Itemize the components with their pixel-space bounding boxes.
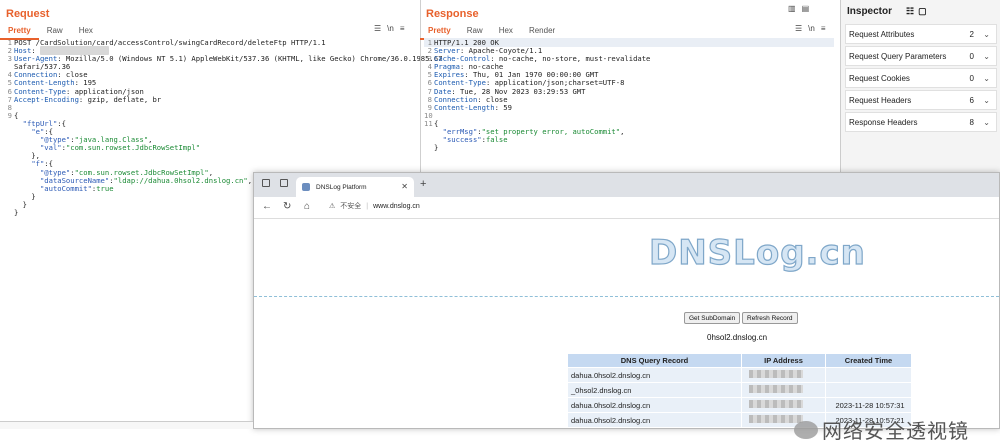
dns-query-cell: dahua.0hsol2.dnslog.cn [567,367,742,383]
code-line: 7 Accept-Encoding: gzip, deflate, br [7,94,162,104]
refresh-record-button[interactable]: Refresh Record [742,312,798,324]
inspector-row-count: 0 [969,51,974,61]
code-line: } [434,143,439,153]
table-row: dahua.0hsol2.dnslog.cn [567,367,912,383]
tab-actions-icon[interactable] [280,179,288,187]
address-bar[interactable]: ⚠ 不安全 | www.dnslog.cn [329,201,420,211]
created-time-cell [825,382,912,398]
wrap-icon[interactable]: ☰ [374,24,381,33]
menu-icon[interactable]: ≡ [400,24,405,33]
workspaces-icon[interactable] [262,179,270,187]
inspector-row-label: Request Cookies [849,73,910,83]
inspector-row-label: Request Attributes [849,29,915,39]
layout-stack-icon[interactable]: ▤ [802,4,810,13]
page-content: DNSLog.cn Get SubDomain Refresh Record 0… [254,219,999,443]
code-line: "ftpUrl":{ [22,118,66,128]
ip-cell [741,397,826,413]
request-title: Request [6,8,50,20]
inspector-row-label: Request Query Parameters [849,51,947,61]
divider [254,296,999,297]
redacted-ip [749,400,803,408]
menu-icon[interactable]: ≡ [821,24,826,33]
code-line: "val":"com.sun.rowset.JdbcRowSetImpl" [39,143,201,153]
code-line: }, [14,151,40,161]
code-line: 10 [424,110,433,120]
inspector-row[interactable]: Response Headers 8 ⌄ [845,112,997,132]
inspector-row-count: 0 [969,73,974,83]
redacted-ip [749,370,803,378]
reload-icon[interactable]: ↻ [283,201,291,212]
inspector-title: Inspector [847,5,893,17]
favicon-icon [302,183,310,191]
home-icon[interactable]: ⌂ [304,201,310,212]
response-title: Response [426,8,479,20]
url-text: www.dnslog.cn [373,202,420,210]
inspector-row-count: 2 [969,29,974,39]
chevron-down-icon[interactable]: ⌄ [983,118,990,127]
browser-tab[interactable]: DNSLog Platform ✕ [296,177,414,197]
inspector-row[interactable]: Request Attributes 2 ⌄ [845,24,997,44]
ip-cell [741,382,826,398]
browser-window: DNSLog Platform ✕ + ← ↻ ⌂ ⚠ 不安全 | www.dn… [253,172,1000,443]
wrap-icon[interactable]: ☰ [795,24,802,33]
response-toolbar: ☰ \n ≡ [795,24,826,33]
browser-navbar: ← ↻ ⌂ ⚠ 不安全 | www.dnslog.cn [254,197,999,219]
code-line: 8 [7,102,12,112]
get-subdomain-button[interactable]: Get SubDomain [684,312,741,324]
created-time-cell: 2023-11-28 10:57:31 [825,397,912,413]
column-header: IP Address [741,353,826,368]
close-icon[interactable]: ✕ [401,182,408,191]
new-tab-button[interactable]: + [420,178,426,190]
redacted-ip [749,385,803,393]
inspector-row-label: Request Headers [849,95,912,105]
dns-query-cell: dahua.0hsol2.dnslog.cn [567,412,742,428]
browser-tab-title: DNSLog Platform [316,183,367,191]
wechat-icon [794,420,818,439]
watermark: 网络安全透视镜 [794,415,969,444]
chevron-down-icon[interactable]: ⌄ [983,30,990,39]
inspector-row-label: Response Headers [849,117,918,127]
chevron-down-icon[interactable]: ⌄ [983,74,990,83]
back-icon[interactable]: ← [262,201,272,212]
inspector-row[interactable]: Request Query Parameters 0 ⌄ [845,46,997,66]
search-bar-strip [0,421,253,429]
browser-tabbar: DNSLog Platform ✕ + [254,173,999,197]
newline-icon[interactable]: \n [808,24,815,33]
code-line: 9 Content-Length: 59 [427,102,512,112]
request-toolbar: ☰ \n ≡ [374,24,405,33]
layout-toggle: ▥ ▤ [788,4,809,13]
created-time-cell [825,367,912,383]
ip-cell [741,367,826,383]
subdomain-text: 0hsol2.dnslog.cn [707,333,768,342]
newline-icon[interactable]: \n [387,24,394,33]
inspector-row[interactable]: Request Cookies 0 ⌄ [845,68,997,88]
dns-query-cell: _0hsol2.dnslog.cn [567,382,742,398]
chevron-down-icon[interactable]: ⌄ [983,52,990,61]
inspector-row-count: 6 [969,95,974,105]
inspector-row-count: 8 [969,117,974,127]
dns-query-cell: dahua.0hsol2.dnslog.cn [567,397,742,413]
watermark-text: 网络安全透视镜 [822,421,969,443]
detail-view-icon[interactable]: ▢ [918,6,927,17]
table-row: dahua.0hsol2.dnslog.cn 2023-11-28 10:57:3… [567,397,912,413]
inspector-row[interactable]: Request Headers 6 ⌄ [845,90,997,110]
table-row: _0hsol2.dnslog.cn [567,382,912,398]
layout-split-icon[interactable]: ▥ [788,4,796,13]
column-header: Created Time [825,353,912,368]
warning-icon: ⚠ [329,203,336,210]
column-header: DNS Query Record [567,353,742,368]
list-view-icon[interactable]: ☷ [906,6,914,17]
security-label: 不安全 [340,203,362,210]
code-line: "success":false [442,135,508,145]
dnslog-logo: DNSLog.cn [648,232,866,273]
chevron-down-icon[interactable]: ⌄ [983,96,990,105]
